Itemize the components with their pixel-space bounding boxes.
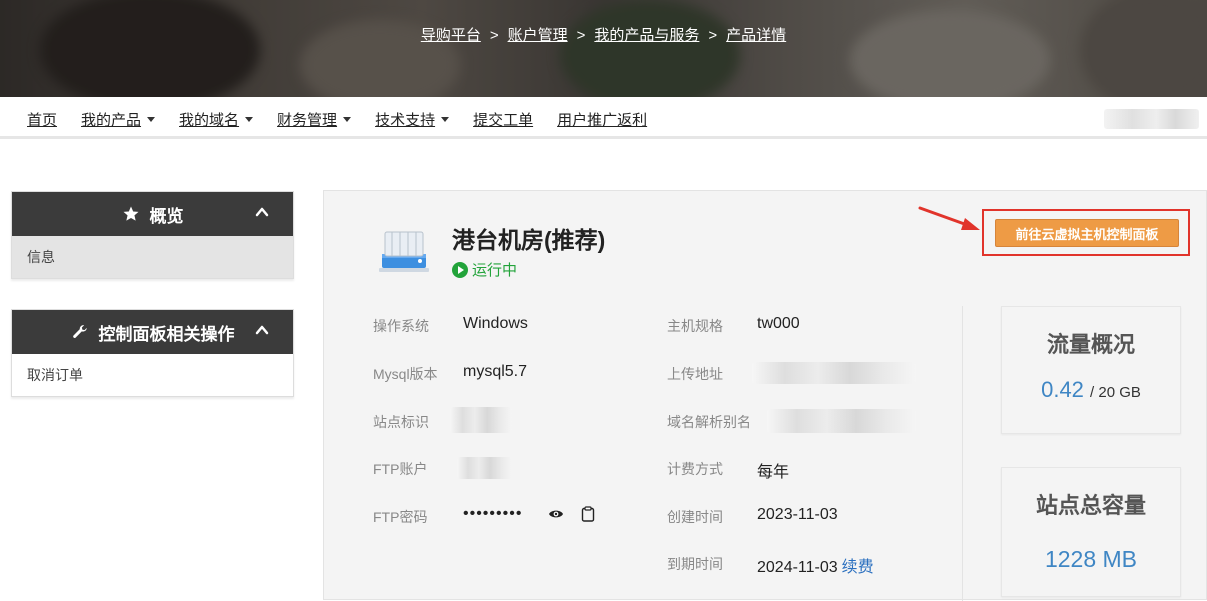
nav-item-affiliate[interactable]: 用户推广返利 [557,109,647,130]
user-menu-blurred[interactable] [1104,109,1199,129]
nav-item-label: 首页 [27,112,58,129]
panel-header-overview[interactable]: 概览 [12,192,293,236]
ftp-user-value-blurred [457,457,512,479]
nav-item-label: 提交工单 [473,112,534,129]
panel-title: 控制面板相关操作 [98,324,235,344]
breadcrumb-separator: > [708,27,718,44]
os-value: Windows [463,315,528,332]
header-banner: 导购平台 > 账户管理 > 我的产品与服务 > 产品详情 [0,0,1207,97]
spec-value: tw000 [757,315,800,332]
sidebar-item-info[interactable]: 信息 [12,236,293,278]
renew-link[interactable]: 续费 [842,559,874,576]
arrow-annotation-icon [918,206,980,230]
breadcrumb-item-account[interactable]: 账户管理 [508,27,568,44]
product-name: 港台机房(推荐) [452,227,606,253]
clipboard-icon[interactable] [581,506,595,527]
ftp-user-label: FTP账户 [373,461,428,477]
traffic-total: / 20 GB [1090,384,1141,401]
nav-item-ticket[interactable]: 提交工单 [473,109,533,130]
breadcrumb: 导购平台 > 账户管理 > 我的产品与服务 > 产品详情 [0,24,1207,45]
sidebar-item-cancel-order[interactable]: 取消订单 [12,354,293,396]
panel-title: 概览 [149,206,184,226]
traffic-value: 0.42 / 20 GB [1002,377,1180,403]
cta-highlight-box: 前往云虚拟主机控制面板 [982,209,1190,256]
banner-overlay [0,0,1207,97]
billing-label: 计费方式 [667,461,723,477]
nav-item-label: 我的域名 [179,112,240,129]
domain-alias-value-blurred [767,409,916,433]
upload-address-value-blurred [752,362,916,384]
created-value: 2023-11-03 [757,506,838,523]
capacity-title: 站点总容量 [1035,493,1146,518]
nav-item-support[interactable]: 技术支持 [375,109,450,130]
traffic-used: 0.42 [1041,377,1084,402]
os-label: 操作系统 [373,318,429,334]
nav-item-label: 用户推广返利 [557,112,648,129]
sidebar-panel-overview: 概览 信息 [11,191,294,279]
ftp-password-value: ••••••••• [463,505,523,522]
nav-item-label: 财务管理 [277,112,338,129]
nav-list: 首页 我的产品 我的域名 财务管理 技术支持 提交工单 用户推广返利 [27,109,671,130]
breadcrumb-item-products[interactable]: 我的产品与服务 [594,27,699,44]
mysql-value: mysql5.7 [463,363,528,380]
status-text: 运行中 [472,262,518,279]
nav-item-home[interactable]: 首页 [27,109,57,130]
traffic-title: 流量概况 [1046,332,1135,357]
panel-header-control-ops[interactable]: 控制面板相关操作 [12,310,293,354]
eye-icon[interactable] [548,507,564,526]
expire-value: 2024-11-03 [757,559,838,576]
server-icon [379,231,429,272]
chevron-up-icon[interactable] [255,323,269,337]
ftp-password-label: FTP密码 [373,509,428,525]
site-id-value-blurred [450,407,512,433]
nav-item-finance[interactable]: 财务管理 [277,109,352,130]
caret-down-icon [147,117,156,122]
breadcrumb-item-shop[interactable]: 导购平台 [421,27,481,44]
caret-down-icon [343,117,352,122]
caret-down-icon [441,117,450,122]
breadcrumb-separator: > [576,27,586,44]
nav-item-label: 技术支持 [375,112,436,129]
chevron-up-icon[interactable] [255,205,269,219]
breadcrumb-separator: > [489,27,499,44]
expire-row: 2024-11-03 续费 [757,553,874,577]
domain-alias-label: 域名解析别名 [667,414,751,430]
breadcrumb-item-detail[interactable]: 产品详情 [726,27,786,44]
star-icon [122,205,140,223]
caret-down-icon [245,117,254,122]
capacity-value: 1228 MB [1044,546,1138,572]
mysql-label: Mysql版本 [373,366,438,382]
upload-address-label: 上传地址 [667,366,723,382]
created-label: 创建时间 [667,509,723,525]
product-detail-card: 港台机房(推荐) 运行中 前往云虚拟主机控制面板 操作系统 Windows My… [323,190,1207,601]
nav-item-my-products[interactable]: 我的产品 [81,109,156,130]
billing-value: 每年 [757,464,790,481]
capacity-stat-card: 站点总容量 1228 MB [1001,467,1181,597]
site-id-label: 站点标识 [373,414,429,430]
spec-label: 主机规格 [667,318,723,334]
main-nav: 首页 我的产品 我的域名 财务管理 技术支持 提交工单 用户推广返利 [0,97,1207,139]
nav-item-my-domains[interactable]: 我的域名 [179,109,254,130]
status-badge: 运行中 [452,259,517,280]
expire-label: 到期时间 [667,556,723,572]
goto-control-panel-button[interactable]: 前往云虚拟主机控制面板 [995,219,1179,247]
sidebar-panel-control-ops: 控制面板相关操作 取消订单 [11,309,294,397]
nav-item-label: 我的产品 [81,112,142,129]
play-circle-icon [452,261,468,278]
wrench-icon [71,323,89,341]
traffic-stat-card: 流量概况 0.42 / 20 GB [1001,306,1181,434]
column-divider [962,306,963,601]
